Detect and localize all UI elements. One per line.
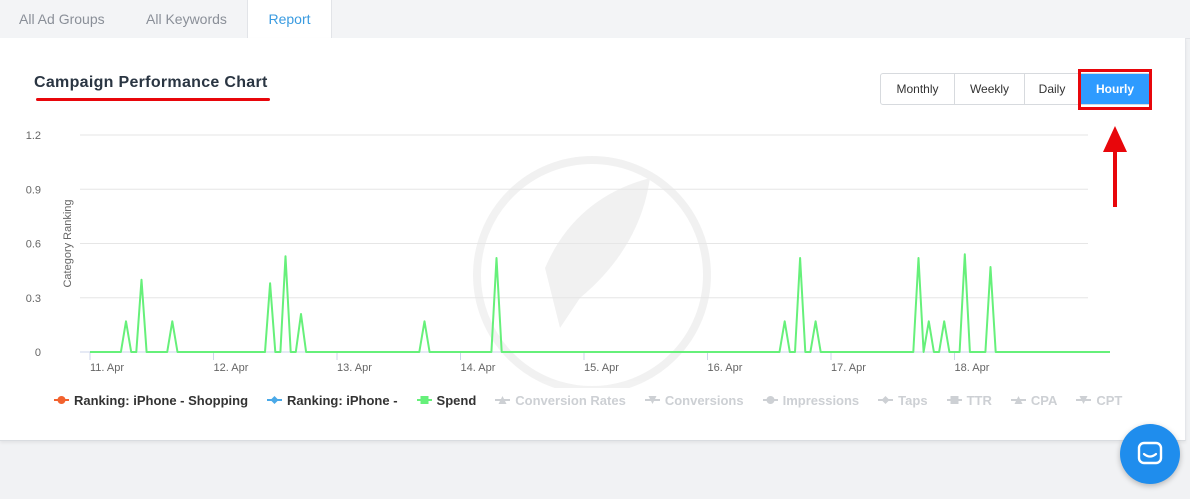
legend-item-label: CPT: [1096, 392, 1123, 408]
legend-marker-icon: [878, 396, 894, 404]
legend-item-label: CPA: [1030, 392, 1058, 408]
legend-item-label: Ranking: iPhone - Shopping: [74, 392, 249, 408]
legend-item[interactable]: Spend: [416, 392, 477, 408]
legend-item[interactable]: Ranking: iPhone - Shopping: [54, 393, 248, 408]
legend-item[interactable]: Conversions: [644, 392, 744, 408]
y-tick-label: 0.6: [26, 239, 41, 251]
legend-item[interactable]: CPA: [1010, 392, 1058, 408]
chat-launcher-button[interactable]: [1120, 424, 1180, 484]
legend-marker-icon: [1076, 396, 1092, 404]
tab-all-ad-groups[interactable]: All Ad Groups: [19, 0, 105, 38]
y-axis-title: Category Ranking: [62, 199, 74, 287]
legend-marker-icon: [416, 396, 432, 404]
tab-report[interactable]: Report: [247, 0, 332, 39]
y-tick-label: 0.9: [26, 184, 41, 196]
legend-marker-icon: [495, 396, 511, 404]
legend-item[interactable]: Conversion Rates: [495, 393, 626, 408]
legend-item[interactable]: Impressions: [762, 392, 860, 408]
legend-item-label: Impressions: [782, 392, 860, 408]
legend-item-label: Ranking: iPhone -: [287, 392, 398, 408]
x-tick-label: 13. Apr: [337, 362, 372, 374]
legend-marker-icon: [946, 396, 962, 404]
y-tick-label: 0: [35, 347, 41, 359]
y-tick-label: 1.2: [26, 130, 41, 142]
legend-item-label: TTR: [966, 392, 992, 408]
chart-area: 0 0.3 0.6 0.9 1.2 Category Ranking 11. Apr 12. …: [0, 38, 1190, 394]
rocket-watermark-icon: [473, 156, 711, 394]
x-tick-label: 15. Apr: [584, 362, 619, 374]
legend-item[interactable]: TTR: [946, 392, 992, 408]
legend-item-label: Conversions: [664, 392, 744, 408]
legend-marker-icon: [1010, 396, 1026, 404]
campaign-performance-chart: 0 0.3 0.6 0.9 1.2 Category Ranking 11. Apr 12. …: [26, 130, 1190, 394]
legend-item-label: Conversion Rates: [515, 392, 626, 408]
legend-marker-icon: [54, 396, 69, 404]
x-tick-label: 11. Apr: [90, 362, 124, 374]
legend-item[interactable]: Ranking: iPhone -: [267, 393, 398, 408]
chart-legend: Ranking: iPhone - Shopping Ranking: iPhon…: [54, 390, 1141, 410]
chat-icon: [1137, 441, 1163, 465]
x-tick-label: 17. Apr: [831, 362, 866, 374]
legend-item-label: Taps: [898, 392, 928, 408]
legend-marker-icon: [644, 396, 660, 404]
x-tick-label: 18. Apr: [955, 362, 990, 374]
y-tick-label: 0.3: [26, 293, 41, 305]
x-tick-label: 16. Apr: [708, 362, 743, 374]
tab-bar: All Ad Groups All Keywords Report: [0, 0, 1190, 39]
x-tick-label: 14. Apr: [461, 362, 496, 374]
legend-marker-icon: [762, 396, 778, 404]
x-tick-label: 12. Apr: [214, 362, 249, 374]
legend-item-label: Spend: [436, 392, 477, 408]
tab-all-keywords[interactable]: All Keywords: [146, 0, 227, 38]
legend-item[interactable]: Taps: [878, 392, 928, 408]
legend-marker-icon: [267, 396, 283, 404]
legend-item[interactable]: CPT: [1076, 393, 1122, 408]
